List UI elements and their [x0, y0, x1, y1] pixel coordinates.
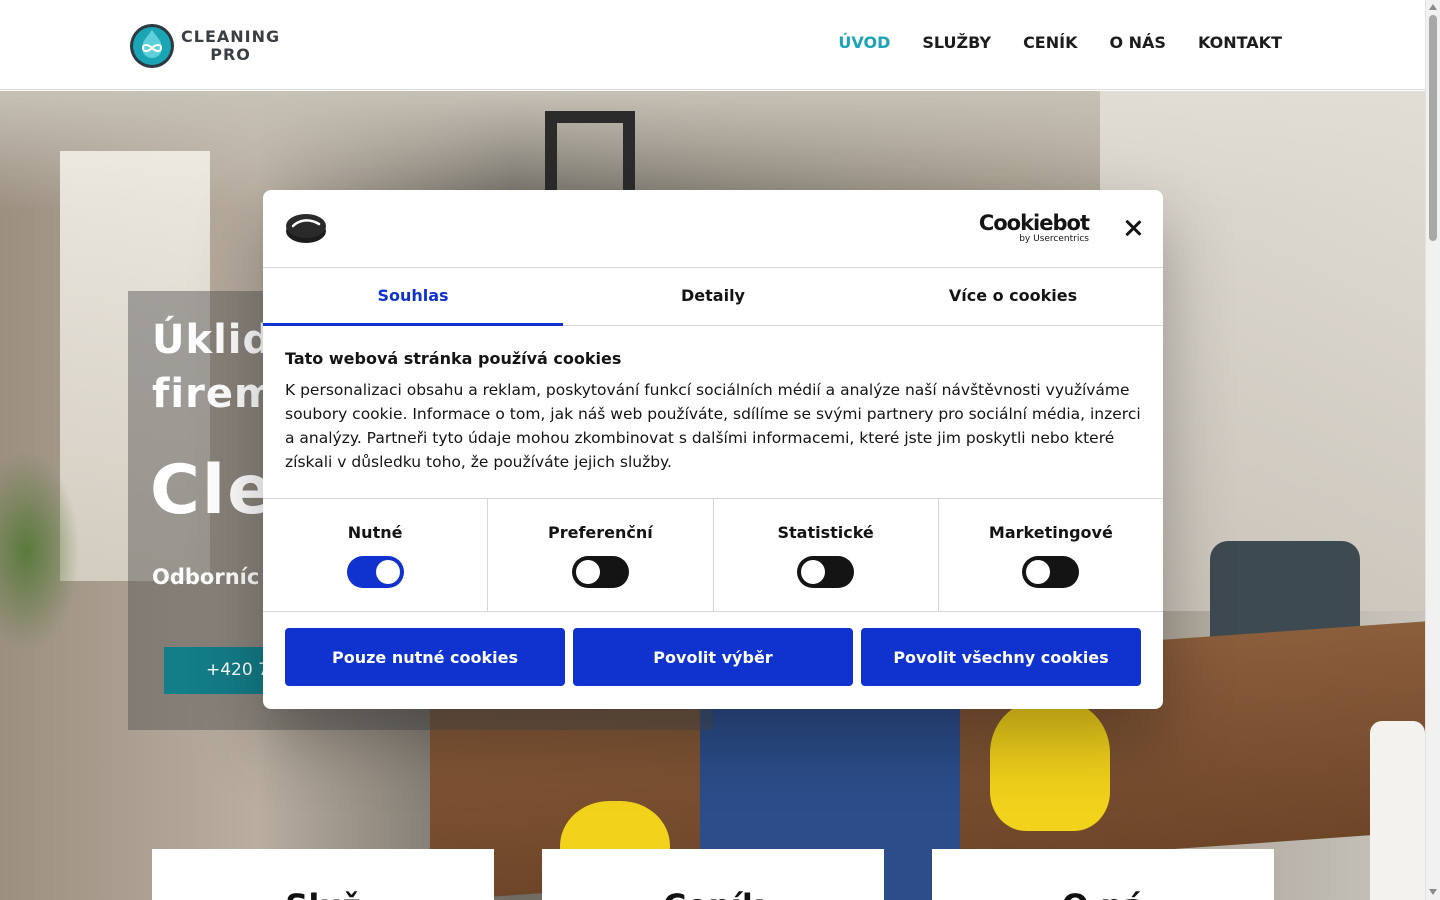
hero-brand-name: Cle: [150, 451, 276, 530]
site-logo[interactable]: CLEANING PRO: [128, 22, 280, 70]
dialog-header: Cookiebot by Usercentrics: [263, 190, 1163, 268]
dialog-heading: Tato webová stránka používá cookies: [285, 349, 622, 368]
tab-vice-o-cookies[interactable]: Více o cookies: [863, 268, 1163, 325]
hero-photo-bottle: [1370, 721, 1425, 900]
card-title: O ná: [932, 887, 1274, 900]
allow-selection-button[interactable]: Povolit výběr: [573, 628, 853, 686]
dialog-actions: Pouze nutné cookies Povolit výběr Povoli…: [263, 612, 1163, 686]
logo-wordmark: CLEANING PRO: [181, 28, 280, 64]
service-card-sluzby[interactable]: Služ: [152, 849, 494, 900]
hero-photo-plant: [0, 451, 80, 651]
toggle-switch-nutne[interactable]: [346, 556, 404, 588]
main-nav: ÚVOD SLUŽBY CENÍK O NÁS KONTAKT: [838, 33, 1282, 52]
toggle-switch-preferencni[interactable]: [571, 556, 629, 588]
toggle-label: Marketingové: [988, 523, 1113, 542]
nav-item-o-nas[interactable]: O NÁS: [1109, 33, 1165, 52]
toggle-label: Statistické: [777, 523, 874, 542]
hero-subtitle: Odborníc: [152, 565, 260, 589]
tab-souhlas[interactable]: Souhlas: [263, 268, 563, 326]
toggle-group-marketingove: Marketingové: [939, 499, 1163, 611]
logo-line-1: CLEANING: [181, 27, 281, 46]
toggle-group-nutne: Nutné: [263, 499, 489, 611]
consent-toggles: Nutné Preferenční Statistické Marketingo…: [263, 499, 1163, 612]
dialog-description: K personalizaci obsahu a reklam, poskyto…: [285, 381, 1141, 471]
tab-detaily[interactable]: Detaily: [563, 268, 863, 325]
scroll-up-arrow-icon[interactable]: [1429, 4, 1437, 10]
hero-title: Úklid firem: [152, 317, 277, 417]
page-scrollbar[interactable]: [1425, 0, 1440, 900]
nav-item-sluzby[interactable]: SLUŽBY: [922, 33, 991, 52]
infinity-drop-logo-icon: [130, 24, 174, 68]
dialog-tabs: Souhlas Detaily Více o cookies: [263, 268, 1163, 326]
toggle-group-preferencni: Preferenční: [488, 499, 714, 611]
logo-line-2: PRO: [210, 45, 251, 64]
cookie-consent-dialog: Cookiebot by Usercentrics Souhlas Detail…: [263, 190, 1163, 709]
card-title: Služ: [152, 887, 494, 900]
nav-item-uvod[interactable]: ÚVOD: [838, 33, 890, 52]
card-title: Ceník: [542, 887, 884, 900]
service-card-cenik[interactable]: Ceník: [542, 849, 884, 900]
cookiebot-logo-sub: by Usercentrics: [1019, 234, 1089, 244]
cookiebot-logo-main: Cookiebot: [978, 211, 1090, 235]
site-badge-icon: [286, 214, 326, 243]
toggle-label: Nutné: [347, 523, 403, 542]
toggle-switch-statisticke[interactable]: [797, 556, 855, 588]
toggle-label: Preferenční: [547, 523, 653, 542]
cookiebot-logo[interactable]: Cookiebot by Usercentrics: [978, 211, 1090, 245]
scroll-thumb[interactable]: [1429, 15, 1437, 241]
scroll-down-arrow-icon[interactable]: [1429, 889, 1437, 895]
site-header: CLEANING PRO ÚVOD SLUŽBY CENÍK O NÁS KON…: [0, 0, 1425, 90]
toggle-switch-marketingove[interactable]: [1022, 556, 1080, 588]
dialog-body: Tato webová stránka používá cookies K pe…: [263, 326, 1163, 499]
close-icon[interactable]: [1123, 218, 1143, 238]
allow-all-button[interactable]: Povolit všechny cookies: [861, 628, 1141, 686]
toggle-group-statisticke: Statistické: [714, 499, 939, 611]
nav-item-cenik[interactable]: CENÍK: [1023, 33, 1077, 52]
nav-item-kontakt[interactable]: KONTAKT: [1198, 33, 1282, 52]
service-card-o-nas[interactable]: O ná: [932, 849, 1274, 900]
hero-photo-glove: [990, 701, 1110, 831]
only-necessary-button[interactable]: Pouze nutné cookies: [285, 628, 565, 686]
